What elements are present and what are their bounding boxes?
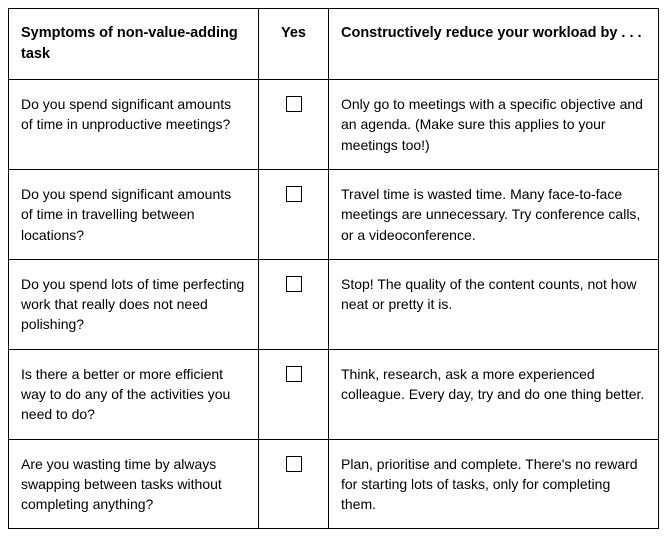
reduce-cell: Stop! The quality of the content counts,… [329,259,659,349]
workload-table: Symptoms of non-value-adding task Yes Co… [8,8,659,529]
reduce-cell: Think, research, ask a more experienced … [329,349,659,439]
yes-cell [259,80,329,170]
checkbox-icon[interactable] [286,456,302,472]
table-row: Do you spend significant amounts of time… [9,80,659,170]
table-row: Are you wasting time by always swapping … [9,439,659,529]
reduce-cell: Only go to meetings with a specific obje… [329,80,659,170]
yes-cell [259,259,329,349]
yes-cell [259,169,329,259]
yes-cell [259,439,329,529]
table-row: Is there a better or more efficient way … [9,349,659,439]
checkbox-icon[interactable] [286,186,302,202]
table-header-row: Symptoms of non-value-adding task Yes Co… [9,9,659,80]
checkbox-icon[interactable] [286,96,302,112]
header-reduce: Constructively reduce your workload by .… [329,9,659,80]
table-row: Do you spend significant amounts of time… [9,169,659,259]
yes-cell [259,349,329,439]
symptom-cell: Are you wasting time by always swapping … [9,439,259,529]
header-symptom: Symptoms of non-value-adding task [9,9,259,80]
table-row: Do you spend lots of time perfecting wor… [9,259,659,349]
reduce-cell: Travel time is wasted time. Many face-to… [329,169,659,259]
symptom-cell: Is there a better or more efficient way … [9,349,259,439]
checkbox-icon[interactable] [286,366,302,382]
checkbox-icon[interactable] [286,276,302,292]
symptom-cell: Do you spend significant amounts of time… [9,169,259,259]
symptom-cell: Do you spend significant amounts of time… [9,80,259,170]
reduce-cell: Plan, prioritise and complete. There's n… [329,439,659,529]
symptom-cell: Do you spend lots of time perfecting wor… [9,259,259,349]
header-yes: Yes [259,9,329,80]
